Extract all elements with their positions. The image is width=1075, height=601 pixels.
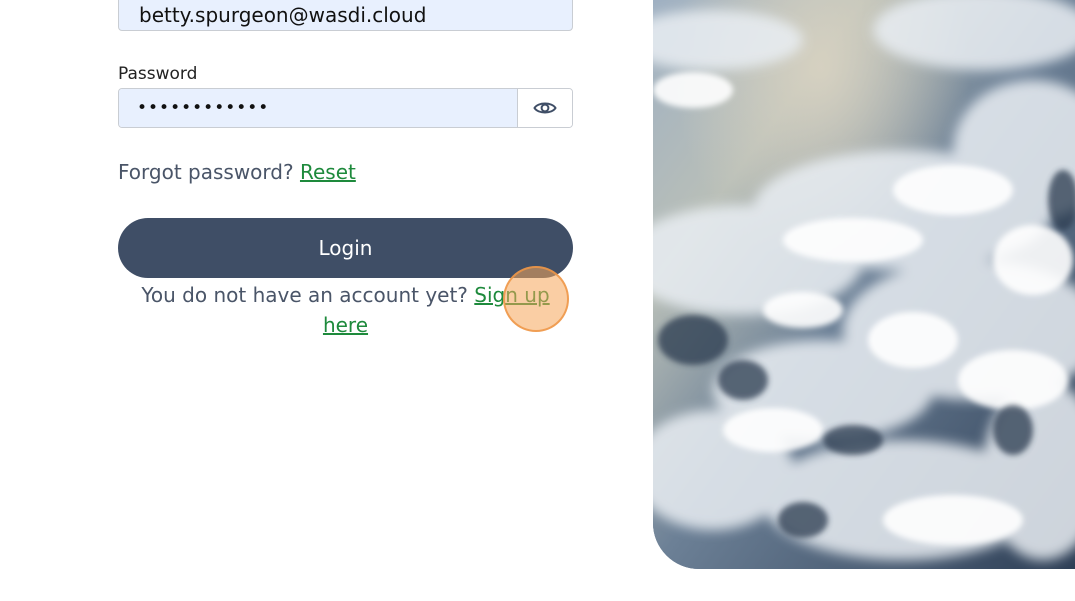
show-password-button[interactable] bbox=[517, 89, 572, 127]
forgot-password-row: Forgot password? Reset bbox=[118, 160, 356, 184]
eye-icon bbox=[533, 102, 557, 114]
signup-text: You do not have an account yet? bbox=[141, 283, 468, 307]
email-field[interactable] bbox=[118, 0, 573, 31]
password-field[interactable] bbox=[119, 89, 517, 127]
hero-earth-image bbox=[653, 0, 1075, 569]
password-label: Password bbox=[118, 64, 198, 84]
login-page: Password Forgot password? Reset Login Yo… bbox=[0, 0, 1075, 601]
earth-clouds-image bbox=[653, 0, 1075, 569]
password-field-group bbox=[118, 88, 573, 128]
signup-row: You do not have an account yet? Sign up … bbox=[118, 280, 573, 340]
reset-link[interactable]: Reset bbox=[300, 160, 356, 184]
forgot-password-text: Forgot password? bbox=[118, 160, 294, 184]
login-button[interactable]: Login bbox=[118, 218, 573, 278]
